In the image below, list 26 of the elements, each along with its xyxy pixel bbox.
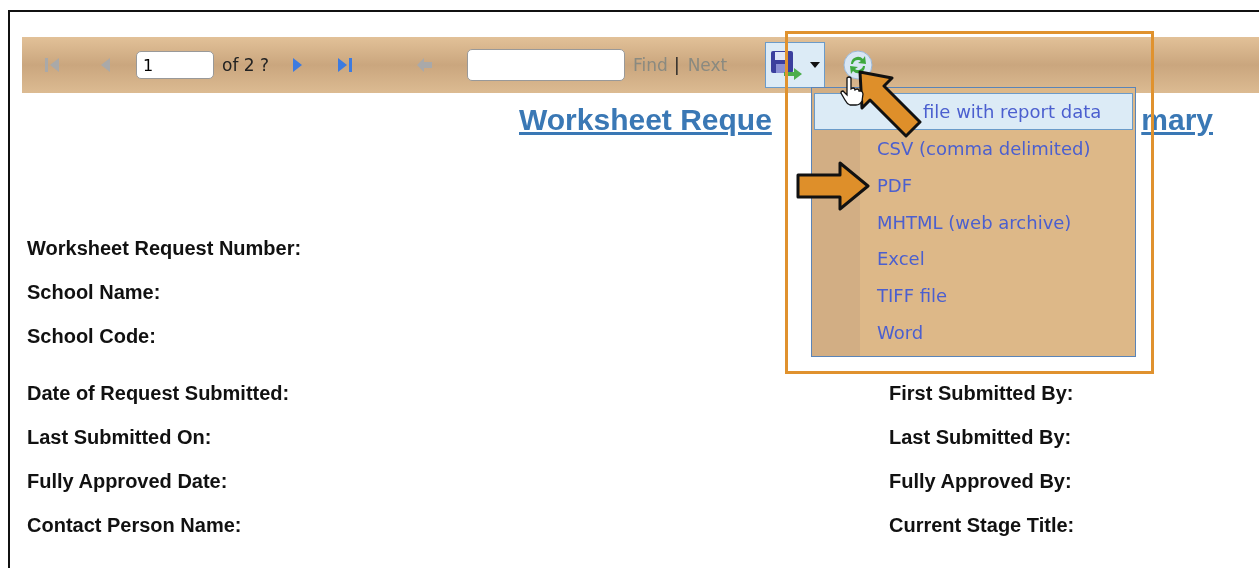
page-number-field[interactable]: 1 bbox=[136, 51, 214, 79]
field-label: Contact Person Name: bbox=[27, 513, 242, 538]
callout-arrow bbox=[858, 70, 922, 138]
find-field[interactable] bbox=[467, 49, 626, 81]
field-label: School Code: bbox=[27, 324, 156, 349]
field-label: Last Submitted On: bbox=[27, 425, 212, 450]
report-title[interactable]: Worksheet Reque bbox=[519, 103, 772, 137]
field-label: School Name: bbox=[27, 280, 161, 305]
page-count: of 2 ? bbox=[222, 55, 270, 75]
menu-item[interactable]: MHTML (web archive) bbox=[874, 203, 1073, 241]
separator: | bbox=[673, 55, 680, 75]
field-label: Worksheet Request Number: bbox=[27, 236, 302, 261]
menu-item[interactable]: TIFF file bbox=[874, 277, 949, 315]
field-label: First Submitted By: bbox=[889, 381, 1074, 406]
menu-item[interactable]: CSV (comma delimited) bbox=[874, 129, 1092, 167]
menu-item[interactable]: Word bbox=[874, 314, 925, 351]
hand-cursor-icon bbox=[840, 76, 864, 106]
export-button[interactable] bbox=[765, 42, 826, 88]
caret-icon bbox=[810, 62, 821, 68]
menu-item[interactable]: Excel bbox=[874, 240, 926, 278]
field-label: Date of Request Submitted: bbox=[27, 381, 290, 406]
field-label: Current Stage Title: bbox=[889, 513, 1075, 538]
field-label: Last Submitted By: bbox=[889, 425, 1072, 450]
field-label: Fully Approved By: bbox=[889, 469, 1072, 494]
field-label: Fully Approved Date: bbox=[27, 469, 228, 494]
menu-item[interactable]: PDF bbox=[874, 166, 914, 204]
